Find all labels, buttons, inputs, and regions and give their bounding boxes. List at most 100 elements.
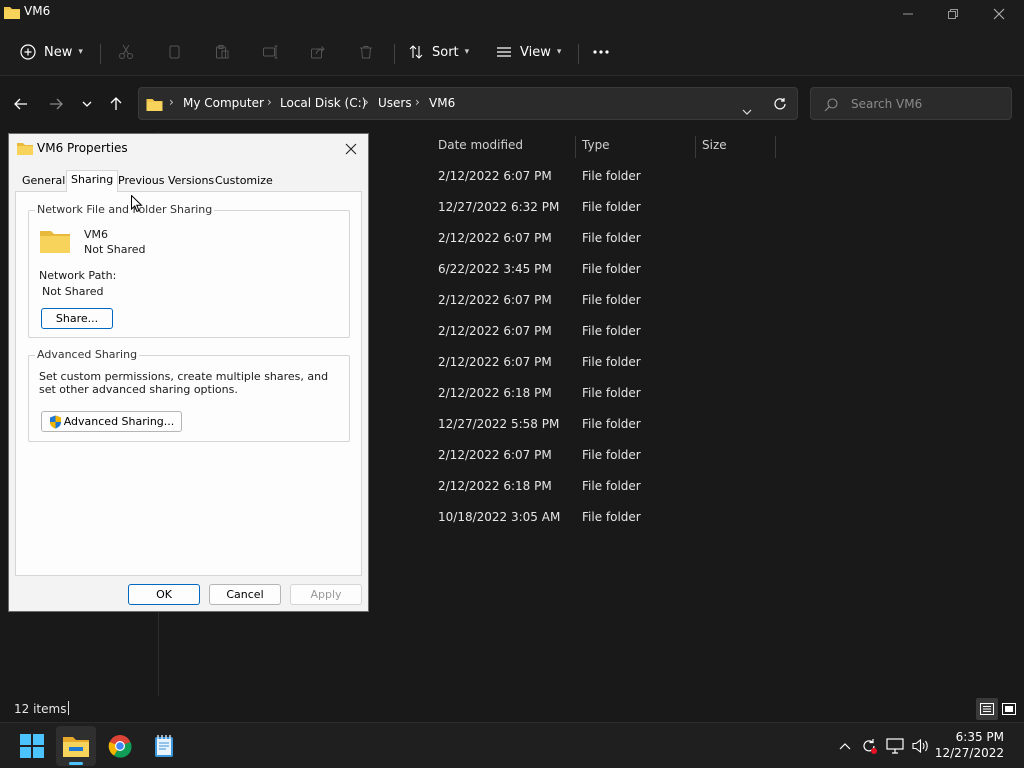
breadcrumb-vm6[interactable]: VM6 [429,96,455,110]
search-icon [824,97,838,116]
list-item[interactable]: 12/27/2022 6:32 PM File folder [432,192,992,223]
apply-button[interactable]: Apply [290,584,362,605]
network-path-label: Network Path: [39,269,117,282]
item-type: File folder [582,169,641,183]
copy-icon[interactable] [162,40,186,64]
item-type: File folder [582,262,641,276]
item-count: 12 items [14,702,67,716]
new-button[interactable]: New ▾ [20,38,83,66]
list-item[interactable]: 6/22/2022 3:45 PM File folder [432,254,992,285]
sort-button[interactable]: Sort ▾ [408,38,469,66]
breadcrumb-separator-icon: › [169,95,174,109]
sort-icon [409,45,423,59]
recent-locations-button[interactable] [75,90,99,118]
show-hidden-icons-button[interactable] [834,735,856,757]
command-bar: New ▾ Sort ▾ View ▾ [0,28,1024,76]
status-divider [68,701,69,715]
new-label: New [44,44,73,60]
list-item[interactable]: 2/12/2022 6:18 PM File folder [432,471,992,502]
breadcrumb-users[interactable]: Users [378,96,412,110]
list-item[interactable]: 2/12/2022 6:07 PM File folder [432,223,992,254]
view-list-icon [497,47,511,57]
active-app-indicator [69,762,83,765]
paste-icon[interactable] [210,40,234,64]
search-box[interactable]: Search VM6 [810,87,1012,120]
restore-button[interactable] [930,0,976,28]
list-item[interactable]: 2/12/2022 6:07 PM File folder [432,161,992,192]
refresh-button[interactable] [768,90,792,118]
network-tray-icon[interactable] [884,735,906,757]
back-button[interactable] [9,90,33,118]
list-item[interactable]: 10/18/2022 3:05 AM File folder [432,502,992,533]
cancel-button[interactable]: Cancel [209,584,281,605]
list-item[interactable]: 2/12/2022 6:07 PM File folder [432,285,992,316]
status-bar: 12 items [0,696,1024,722]
sync-status-tray-icon[interactable] [858,735,880,757]
item-type: File folder [582,293,641,307]
chrome-taskbar-button[interactable] [100,726,140,766]
list-item[interactable]: 2/12/2022 6:07 PM File folder [432,440,992,471]
item-type: File folder [582,510,641,524]
arrow-right-icon [50,98,63,110]
column-header-size[interactable]: Size [696,136,776,158]
dialog-close-button[interactable] [340,138,362,160]
list-item[interactable]: 2/12/2022 6:18 PM File folder [432,378,992,409]
cut-icon[interactable] [114,40,138,64]
large-icons-view-button[interactable] [998,698,1020,720]
details-view-button[interactable] [976,698,998,720]
list-item[interactable]: 2/12/2022 6:07 PM File folder [432,347,992,378]
close-window-button[interactable] [976,0,1022,28]
sharing-tab-panel: Network File and Folder Sharing VM6 Not … [15,191,362,576]
group-label: Advanced Sharing [35,348,140,361]
column-header-type[interactable]: Type [576,136,696,158]
breadcrumb-local-disk[interactable]: Local Disk (C:) [280,96,366,110]
minimize-button[interactable] [885,0,931,28]
notepad-taskbar-button[interactable] [144,726,184,766]
start-button[interactable] [12,726,52,766]
list-item[interactable]: 12/27/2022 5:58 PM File folder [432,409,992,440]
item-type: File folder [582,479,641,493]
date-modified: 12/27/2022 6:32 PM [438,200,560,214]
sync-alert-icon [863,739,877,754]
ok-button[interactable]: OK [128,584,200,605]
file-explorer-taskbar-button[interactable] [56,726,96,766]
chrome-icon [108,735,132,758]
address-bar[interactable]: › My Computer › Local Disk (C:) › Users … [138,87,798,120]
volume-tray-icon[interactable] [910,735,932,757]
tab-customize[interactable]: Customize [211,172,277,192]
item-type: File folder [582,417,641,431]
folder-icon [146,96,163,115]
up-button[interactable] [104,90,128,118]
start-icon [20,734,44,758]
chevron-down-icon: ▾ [556,47,562,57]
breadcrumb-separator-icon: › [267,95,272,109]
forward-button[interactable] [44,90,68,118]
share-button[interactable]: Share... [41,308,113,329]
tab-previous-versions[interactable]: Previous Versions [114,172,218,192]
item-type: File folder [582,324,641,338]
address-history-dropdown[interactable] [742,100,752,119]
item-type: File folder [582,448,641,462]
list-item[interactable]: 2/12/2022 6:07 PM File folder [432,316,992,347]
item-type: File folder [582,386,641,400]
close-icon [345,143,357,155]
more-options-button[interactable] [592,38,610,66]
advanced-sharing-button[interactable]: Advanced Sharing... [41,411,182,432]
navigation-bar: › My Computer › Local Disk (C:) › Users … [0,76,1024,132]
group-label: Network File and Folder Sharing [35,203,215,216]
system-clock[interactable]: 6:35 PM 12/27/2022 [935,729,1004,761]
tab-general[interactable]: General [18,172,69,192]
tab-sharing[interactable]: Sharing [66,170,119,192]
column-header-date[interactable]: Date modified [432,136,576,158]
delete-icon[interactable] [354,40,378,64]
share-icon[interactable] [306,40,330,64]
large-icons-view-icon [1002,703,1016,715]
date-modified: 2/12/2022 6:18 PM [438,479,552,493]
more-icon [593,50,609,54]
breadcrumb-separator-icon: › [364,95,369,109]
mouse-cursor-icon [131,194,143,217]
breadcrumb-my-computer[interactable]: My Computer [183,96,264,110]
rename-icon[interactable] [258,40,282,64]
volume-icon [912,738,928,754]
view-button[interactable]: View ▾ [496,38,561,66]
